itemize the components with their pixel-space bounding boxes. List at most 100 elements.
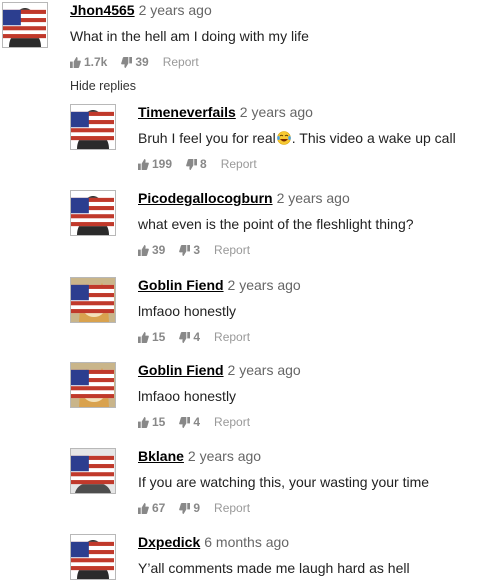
dislike-count: 8 xyxy=(200,157,207,171)
avatar[interactable] xyxy=(70,362,116,408)
avatar[interactable] xyxy=(70,190,116,236)
like-count: 67 xyxy=(152,501,166,515)
comment-actions: 1.7k 39 Report xyxy=(70,55,470,69)
like-button[interactable]: 199 xyxy=(138,157,172,171)
comment-time: 2 years ago xyxy=(227,362,301,378)
comment-text: what even is the point of the fleshlight… xyxy=(138,216,414,232)
thumbs-up-icon xyxy=(138,159,149,170)
comment-text: What in the hell am I doing with my life xyxy=(70,28,309,44)
username-link[interactable]: Jhon4565 xyxy=(70,2,135,18)
dislike-button[interactable]: 4 xyxy=(179,330,200,344)
comment-actions: 199 8 Report xyxy=(138,157,485,171)
like-count: 1.7k xyxy=(84,55,108,69)
report-link[interactable]: Report xyxy=(221,157,257,171)
thumbs-up-icon xyxy=(138,332,149,343)
comment-actions: 39 3 Report xyxy=(138,243,485,257)
comment-body: Dxpedick 6 months ago Y’all comments made … xyxy=(138,534,485,577)
thumbs-down-icon xyxy=(186,159,197,170)
comment-header: Jhon4565 2 years ago xyxy=(70,2,470,18)
us-flag-icon xyxy=(70,448,114,492)
comment-body: Picodegallocogburn 2 years ago what even i… xyxy=(138,190,485,257)
us-flag-icon xyxy=(70,362,114,406)
avatar[interactable] xyxy=(70,104,116,150)
hide-replies-link[interactable]: Hide replies xyxy=(70,79,136,93)
us-flag-icon xyxy=(70,190,114,234)
comment-header: Timeneverfails 2 years ago xyxy=(138,104,485,120)
username-link[interactable]: Timeneverfails xyxy=(138,104,236,120)
like-button[interactable]: 15 xyxy=(138,415,165,429)
comment-time: 2 years ago xyxy=(138,2,212,18)
like-button[interactable]: 1.7k xyxy=(70,55,107,69)
comment-header: Goblin Fiend 2 years ago xyxy=(138,277,485,293)
username-link[interactable]: Goblin Fiend xyxy=(138,362,224,378)
avatar[interactable] xyxy=(70,448,116,494)
thumbs-up-icon xyxy=(70,57,81,68)
comment-text: lmfaoo honestly xyxy=(138,303,237,319)
comment-body: Bklane 2 years ago If you are watching thi… xyxy=(138,448,485,515)
comment-time: 2 years ago xyxy=(239,104,313,120)
us-flag-icon xyxy=(2,2,46,46)
comment-header: Picodegallocogburn 2 years ago xyxy=(138,190,485,206)
comment-actions: 15 4 Report xyxy=(138,415,485,429)
comment-text: lmfaoo honestly xyxy=(138,388,237,404)
like-count: 39 xyxy=(152,243,166,257)
laughing-emoji-icon xyxy=(276,131,291,145)
username-link[interactable]: Picodegallocogburn xyxy=(138,190,273,206)
report-link[interactable]: Report xyxy=(163,55,199,69)
dislike-count: 39 xyxy=(135,55,149,69)
report-link[interactable]: Report xyxy=(214,415,250,429)
like-button[interactable]: 39 xyxy=(138,243,165,257)
like-count: 15 xyxy=(152,415,166,429)
dislike-button[interactable]: 4 xyxy=(179,415,200,429)
dislike-count: 4 xyxy=(193,415,201,429)
comment-text: If you are watching this, your wasting y… xyxy=(138,474,430,490)
like-count: 15 xyxy=(152,330,166,344)
like-button[interactable]: 67 xyxy=(138,501,165,515)
comment-actions: 67 9 Report xyxy=(138,501,485,515)
thumbs-down-icon xyxy=(179,332,190,343)
comment-body: Timeneverfails 2 years ago Bruh I feel you… xyxy=(138,104,485,171)
comment-header: Goblin Fiend 2 years ago xyxy=(138,362,485,378)
dislike-count: 3 xyxy=(193,243,201,257)
us-flag-icon xyxy=(70,277,114,321)
comment-text: Y’all comments made me laugh hard as hel… xyxy=(138,560,410,576)
thumbs-down-icon xyxy=(179,417,190,428)
comment-text-part: Bruh I feel you for real xyxy=(138,130,276,146)
comment-time: 2 years ago xyxy=(276,190,350,206)
dislike-button[interactable]: 8 xyxy=(186,157,207,171)
thumbs-up-icon xyxy=(138,245,149,256)
dislike-count: 9 xyxy=(193,501,201,515)
comment-time: 2 years ago xyxy=(227,277,301,293)
dislike-count: 4 xyxy=(193,330,201,344)
dislike-button[interactable]: 3 xyxy=(179,243,200,257)
username-link[interactable]: Goblin Fiend xyxy=(138,277,224,293)
comment-text: Bruh I feel you for real . This video a w… xyxy=(138,129,485,147)
us-flag-icon xyxy=(70,104,114,148)
comment-body: Jhon4565 2 years ago What in the hell am I… xyxy=(70,2,470,69)
comment-time: 6 months ago xyxy=(204,534,290,550)
dislike-button[interactable]: 9 xyxy=(179,501,200,515)
thumbs-down-icon xyxy=(179,503,190,514)
report-link[interactable]: Report xyxy=(214,243,250,257)
us-flag-icon xyxy=(70,534,114,578)
thumbs-up-icon xyxy=(138,503,149,514)
dislike-button[interactable]: 39 xyxy=(121,55,149,69)
thumbs-up-icon xyxy=(138,417,149,428)
report-link[interactable]: Report xyxy=(214,501,250,515)
report-link[interactable]: Report xyxy=(214,330,250,344)
comment-header: Bklane 2 years ago xyxy=(138,448,485,464)
comment-actions: 15 4 Report xyxy=(138,330,485,344)
comment-header: Dxpedick 6 months ago xyxy=(138,534,485,550)
thumbs-down-icon xyxy=(121,57,132,68)
like-button[interactable]: 15 xyxy=(138,330,165,344)
like-count: 199 xyxy=(152,157,173,171)
comment-text-part: . This video a wake up call xyxy=(291,130,456,146)
username-link[interactable]: Bklane xyxy=(138,448,184,464)
thumbs-down-icon xyxy=(179,245,190,256)
comment-time: 2 years ago xyxy=(187,448,262,464)
username-link[interactable]: Dxpedick xyxy=(138,534,200,550)
comment-body: Goblin Fiend 2 years ago lmfaoo honestly 15… xyxy=(138,277,485,344)
avatar[interactable] xyxy=(70,277,116,323)
avatar[interactable] xyxy=(70,534,116,580)
avatar[interactable] xyxy=(2,2,48,48)
